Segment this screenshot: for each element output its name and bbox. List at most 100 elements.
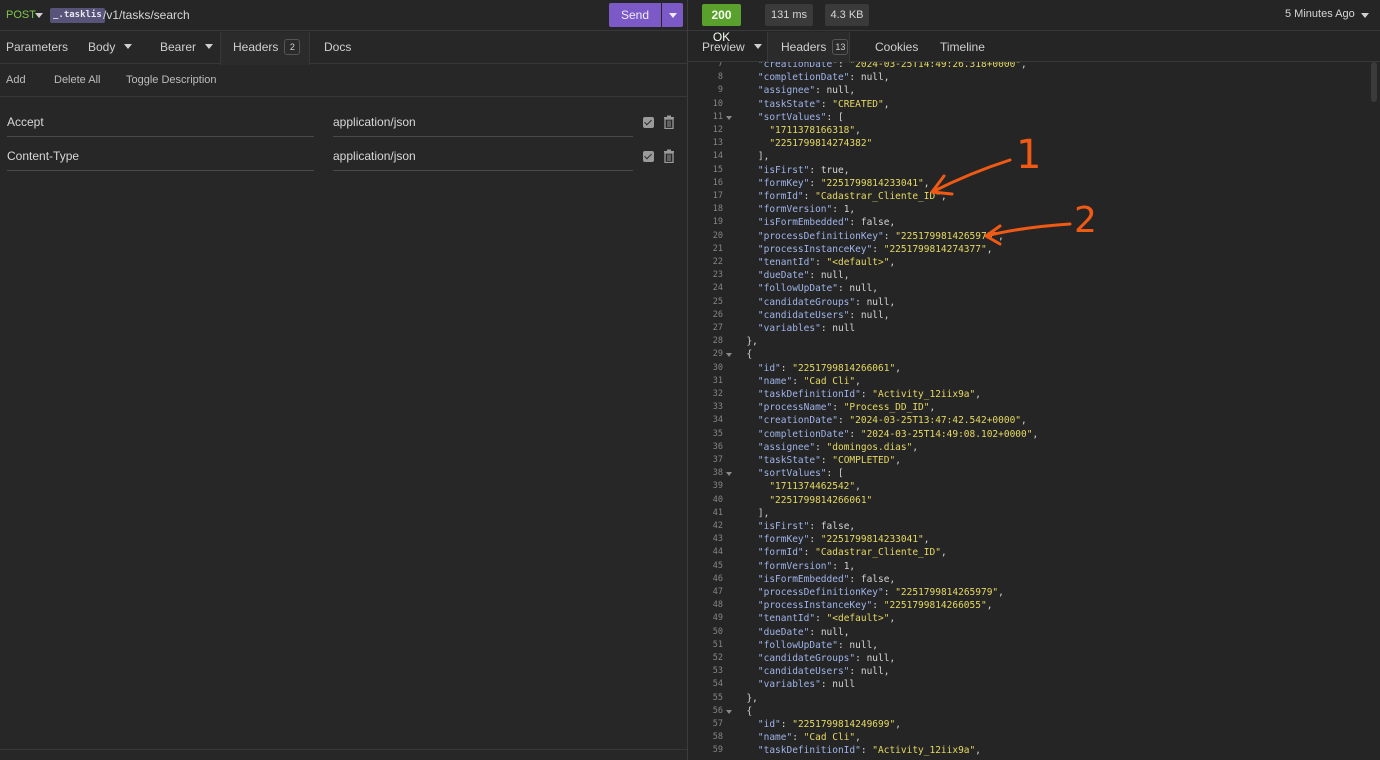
line-number: 14	[712, 151, 723, 162]
code-line: 35 "completionDate": "2024-03-25T14:49:0…	[688, 428, 1378, 441]
tab-preview[interactable]: Preview	[702, 32, 762, 64]
line-number: 53	[712, 666, 723, 677]
line-number: 24	[712, 283, 723, 294]
response-status-bar: 200 OK 131 ms 4.3 KB 5 Minutes Ago	[688, 0, 1380, 44]
code-text: "isFirst": false,	[757, 521, 856, 532]
tab-timeline[interactable]: Timeline	[940, 32, 985, 64]
tab-response-headers[interactable]: Headers 13	[767, 32, 850, 63]
tab-cookies[interactable]: Cookies	[875, 32, 918, 64]
line-number: 15	[712, 164, 723, 175]
tab-headers[interactable]: Headers 2	[220, 32, 310, 65]
line-number: 41	[712, 507, 723, 518]
code-text: "assignee": "domingos.dias",	[757, 441, 919, 453]
line-number: 37	[712, 455, 723, 465]
code-text: "formId": "Cadastrar_Cliente_ID",	[757, 547, 947, 559]
code-line: 28 },	[688, 335, 1378, 348]
tab-label: Headers	[781, 40, 827, 54]
line-number: 30	[712, 362, 723, 373]
url-bar: POST _.tasklis /v1/tasks/search Send	[0, 0, 687, 31]
line-number: 28	[712, 336, 723, 347]
header-enabled-checkbox[interactable]	[643, 117, 654, 128]
send-button[interactable]: Send	[609, 3, 661, 27]
code-line: 22 "tenantId": "<default>",	[688, 256, 1378, 269]
line-number: 8	[717, 72, 723, 83]
trash-icon[interactable]	[663, 149, 675, 163]
trash-icon[interactable]	[663, 115, 675, 129]
add-header-button[interactable]: Add	[6, 74, 26, 86]
tab-auth[interactable]: Bearer	[160, 32, 214, 64]
code-line: 36 "assignee": "domingos.dias",	[688, 441, 1378, 454]
header-value-field[interactable]: application/json	[333, 107, 633, 137]
line-number: 42	[712, 521, 723, 531]
code-line: 27 "variables": null	[688, 322, 1378, 335]
delete-all-button[interactable]: Delete All	[54, 74, 100, 86]
url-input[interactable]: /v1/tasks/search	[103, 8, 190, 22]
tab-docs[interactable]: Docs	[324, 32, 351, 64]
environment-variable-tag[interactable]: _.tasklis	[50, 8, 105, 23]
line-number: 36	[712, 441, 723, 452]
tab-parameters[interactable]: Parameters	[6, 32, 68, 64]
headers-count-badge: 13	[832, 39, 849, 55]
code-line: 54 "variables": null	[688, 678, 1378, 691]
code-text: "formKey": "2251799814233041",	[757, 177, 930, 189]
scrollbar[interactable]	[1371, 62, 1377, 102]
line-number: 51	[712, 639, 723, 650]
toggle-description-button[interactable]: Toggle Description	[126, 74, 217, 86]
header-name-field[interactable]: Content-Type	[7, 141, 314, 171]
headers-count-badge: 2	[284, 39, 301, 55]
code-line: 25 "candidateGroups": null,	[688, 296, 1378, 309]
code-text: "assignee": null,	[757, 85, 856, 97]
code-line: 10 "taskState": "CREATED",	[688, 98, 1378, 111]
fold-toggle-icon[interactable]	[726, 709, 732, 714]
header-name-field[interactable]: Accept	[7, 107, 314, 137]
code-line: 20 "processDefinitionKey": "225179981426…	[688, 230, 1378, 243]
code-text: "tenantId": "<default>",	[757, 257, 896, 268]
line-number: 48	[712, 600, 723, 611]
line-number: 19	[712, 217, 723, 228]
code-line: 30 "id": "2251799814266061",	[688, 362, 1378, 375]
line-number: 45	[712, 560, 723, 571]
code-line: 46 "isFormEmbedded": false,	[688, 573, 1378, 586]
header-row: Content-Type application/json	[0, 141, 687, 175]
code-text: "processInstanceKey": "2251799814266055"…	[757, 600, 993, 612]
fold-toggle-icon[interactable]	[726, 115, 732, 120]
line-number: 38	[712, 468, 723, 479]
code-line: 29 {	[688, 348, 1378, 361]
chevron-down-icon[interactable]	[35, 13, 43, 18]
code-line: 38 "sortValues": [	[688, 467, 1378, 480]
code-text: },	[735, 336, 758, 348]
fold-toggle-icon[interactable]	[726, 472, 732, 477]
code-line: 24 "followUpDate": null,	[688, 282, 1378, 295]
tab-label: Preview	[702, 40, 745, 54]
send-options-dropdown[interactable]	[662, 3, 683, 27]
line-number: 32	[712, 389, 723, 399]
line-number: 16	[712, 177, 723, 188]
header-enabled-checkbox[interactable]	[643, 151, 654, 162]
tab-body[interactable]: Body	[88, 32, 133, 64]
chevron-down-icon[interactable]	[1361, 13, 1369, 18]
code-text: "isFormEmbedded": false,	[757, 573, 896, 585]
code-text: "isFormEmbedded": false,	[757, 217, 896, 229]
code-line: 26 "candidateUsers": null,	[688, 309, 1378, 322]
line-number: 57	[712, 719, 723, 729]
code-text: "processDefinitionKey": "225179981426597…	[757, 587, 1004, 598]
response-body-viewer[interactable]: 7 "creationDate": "2024-03-25T14:49:26.3…	[688, 62, 1380, 760]
line-number: 46	[712, 573, 723, 584]
line-number: 23	[712, 270, 723, 281]
response-history-dropdown[interactable]: 5 Minutes Ago	[1285, 8, 1355, 20]
line-number: 20	[712, 230, 723, 241]
code-line: 41 ],	[688, 507, 1378, 520]
code-line: 50 "dueDate": null,	[688, 626, 1378, 639]
header-value-field[interactable]: application/json	[333, 141, 633, 171]
code-text: "2251799814266061"	[769, 494, 873, 506]
code-line: 16 "formKey": "2251799814233041",	[688, 177, 1378, 190]
pane-footer-divider	[0, 749, 687, 750]
status-code: 200	[711, 8, 732, 22]
line-number: 56	[712, 705, 723, 716]
code-text: "followUpDate": null,	[757, 639, 879, 651]
method-selector[interactable]: POST	[6, 9, 36, 21]
chevron-down-icon	[205, 44, 214, 49]
tab-label: Headers	[233, 40, 279, 54]
fold-toggle-icon[interactable]	[726, 353, 732, 358]
code-text: "variables": null	[757, 679, 856, 691]
